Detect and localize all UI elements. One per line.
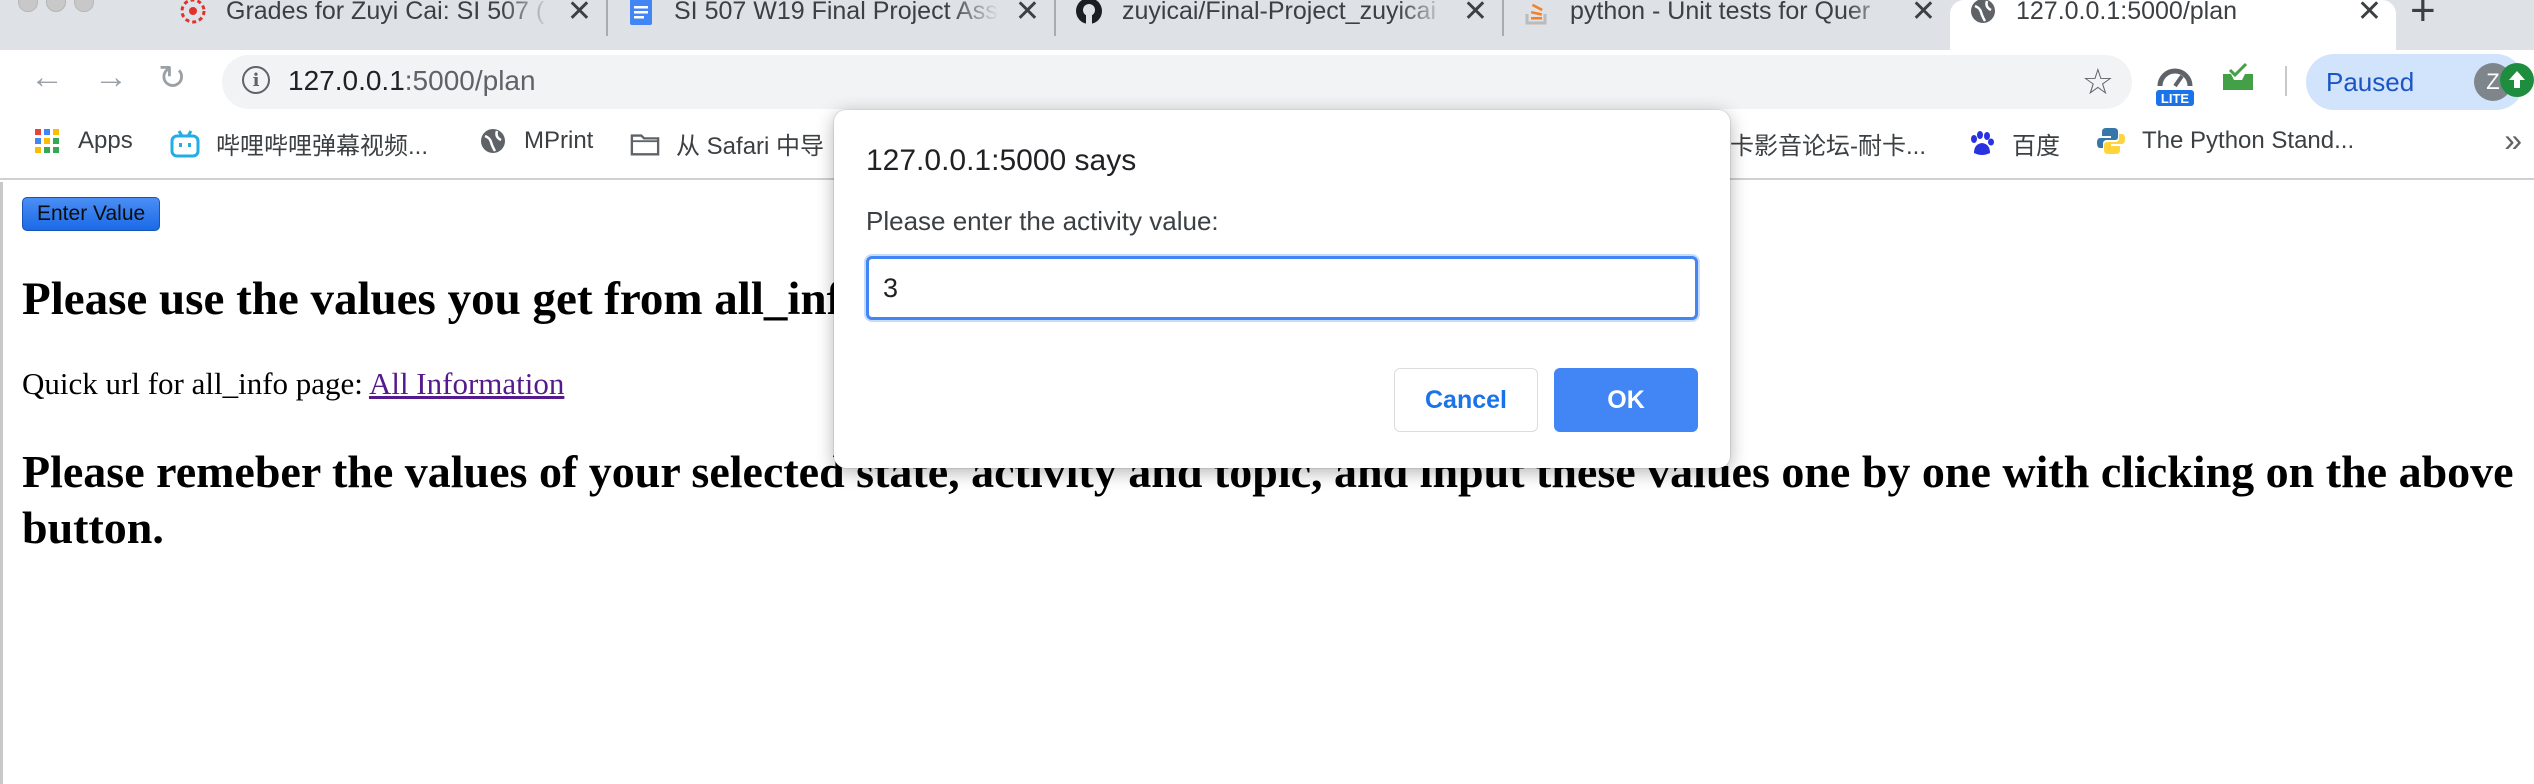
lite-extension-icon[interactable]: LITE [2150, 60, 2200, 108]
canvas-icon [178, 0, 208, 26]
bookmark-mprint[interactable]: MPrint [478, 126, 593, 156]
enter-value-button[interactable]: Enter Value [22, 197, 161, 231]
dialog-message: Please enter the activity value: [866, 206, 1219, 236]
close-icon[interactable]: ✕ [1015, 0, 1040, 29]
all-information-link[interactable]: All Information [369, 366, 564, 401]
tab-stackoverflow[interactable]: python - Unit tests for Quer ✕ [1504, 0, 1950, 50]
close-icon[interactable]: ✕ [2357, 0, 2382, 29]
site-info-icon[interactable]: i [242, 66, 270, 94]
url-text[interactable]: 127.0.0.1:5000/plan [288, 65, 536, 97]
ok-button[interactable]: OK [1554, 368, 1698, 432]
bookmark-safari-folder[interactable]: 从 Safari 中导 [630, 126, 824, 161]
toolbar: ← → ↻ i 127.0.0.1:5000/plan ☆ LITE Pause… [0, 50, 2534, 114]
cancel-button[interactable]: Cancel [1394, 368, 1538, 432]
address-bar[interactable]: i 127.0.0.1:5000/plan ☆ [222, 55, 2132, 109]
bookmark-bilibili[interactable]: 哔哩哔哩弹幕视频... [170, 126, 428, 161]
close-icon[interactable]: ✕ [567, 0, 592, 29]
tab-title: zuyicai/Final-Project_zuyicai [1122, 0, 1437, 25]
update-arrow-icon[interactable] [2500, 63, 2534, 97]
forward-arrow-icon[interactable]: → [94, 58, 128, 97]
tab-plan-active[interactable]: 127.0.0.1:5000/plan ✕ [1950, 0, 2396, 50]
quick-url-line: Quick url for all_info page: All Informa… [22, 366, 564, 402]
tab-title: Grades for Zuyi Cai: SI 507 ( [226, 0, 545, 25]
apps-grid-icon [32, 126, 62, 156]
bookmark-label: MPrint [524, 127, 594, 154]
prompt-dialog: 127.0.0.1:5000 says Please enter the act… [834, 110, 1730, 468]
tab-title: python - Unit tests for Quer [1570, 0, 1871, 25]
profile-status-label: Paused [2326, 66, 2415, 97]
bookmark-label: Apps [78, 127, 133, 154]
profile-paused-button[interactable]: Paused Z [2306, 54, 2524, 110]
tab-title: 127.0.0.1:5000/plan [2016, 0, 2238, 25]
new-tab-button[interactable]: + [2410, 0, 2436, 36]
close-icon[interactable]: ✕ [1911, 0, 1936, 29]
inbox-check-extension-icon[interactable] [2220, 62, 2256, 94]
quick-url-label: Quick url for all_info page: [22, 366, 369, 401]
stackoverflow-icon [1522, 0, 1552, 26]
bookmark-label: 从 Safari 中导 [676, 133, 825, 160]
svg-text:LITE: LITE [2161, 91, 2189, 106]
bookmark-label: The Python Stand... [2142, 127, 2355, 154]
tab-grades[interactable]: Grades for Zuyi Cai: SI 507 ( ✕ [160, 0, 606, 50]
bookmark-baidu[interactable]: 百度 [1966, 126, 2060, 161]
baidu-icon [1966, 129, 1996, 159]
bookmark-nika-forum[interactable]: 卡影音论坛-耐卡... [1730, 126, 1926, 161]
bookmark-label: 卡影音论坛-耐卡... [1730, 133, 1926, 160]
bookmark-python-docs[interactable]: The Python Stand... [2096, 126, 2354, 156]
dialog-title: 127.0.0.1:5000 says [866, 144, 1137, 177]
folder-icon [630, 129, 660, 159]
activity-value-input[interactable] [866, 256, 1698, 320]
zoom-window-icon[interactable] [74, 0, 94, 12]
bookmark-label: 哔哩哔哩弹幕视频... [216, 133, 429, 160]
tab-google-docs[interactable]: SI 507 W19 Final Project Ass ✕ [608, 0, 1054, 50]
globe-icon [478, 126, 508, 156]
minimize-window-icon[interactable] [46, 0, 66, 12]
google-docs-icon [626, 0, 656, 26]
globe-icon [1968, 0, 1998, 26]
reload-icon[interactable]: ↻ [158, 58, 187, 98]
tab-github[interactable]: zuyicai/Final-Project_zuyicai ✕ [1056, 0, 1502, 50]
bookmark-label: 百度 [2012, 133, 2060, 160]
close-icon[interactable]: ✕ [1463, 0, 1488, 29]
tab-strip: Grades for Zuyi Cai: SI 507 ( ✕ SI 507 W… [0, 0, 2534, 50]
bilibili-icon [170, 129, 200, 159]
python-icon [2096, 126, 2126, 156]
bookmark-star-icon[interactable]: ☆ [2082, 61, 2114, 103]
tab-title: SI 507 W19 Final Project Ass [674, 0, 998, 25]
close-window-icon[interactable] [18, 0, 38, 12]
page-heading: Please use the values you get from all_i… [22, 273, 972, 325]
github-icon [1074, 0, 1104, 26]
back-arrow-icon[interactable]: ← [30, 58, 64, 97]
bookmarks-overflow-chevron-icon[interactable]: » [2504, 122, 2522, 159]
bookmark-apps[interactable]: Apps [32, 126, 133, 156]
